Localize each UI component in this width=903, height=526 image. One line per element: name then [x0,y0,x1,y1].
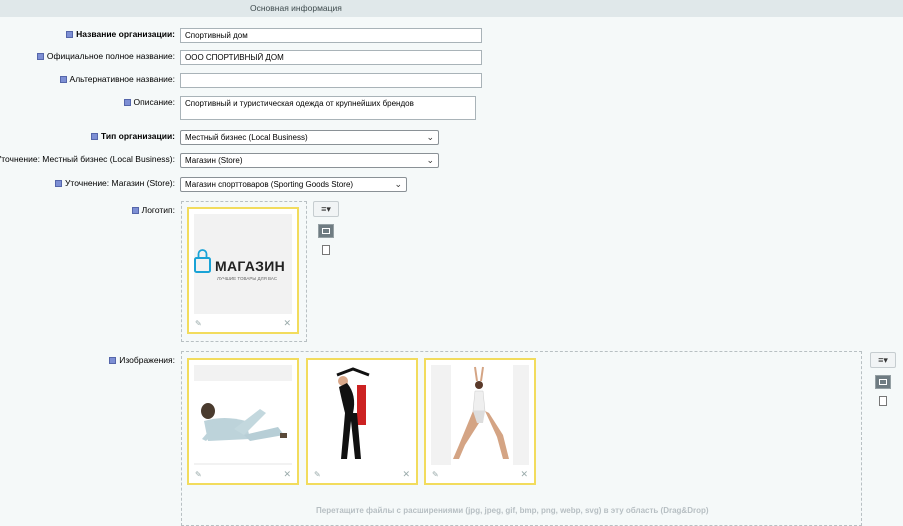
logo-menu-button[interactable]: ≡▾ [313,201,339,217]
org-type-select[interactable]: Местный бизнес (Local Business) ⌄ [180,130,439,145]
section-header: Основная информация [0,0,903,17]
org-type-value: Местный бизнес (Local Business) [185,133,308,142]
pencil-icon[interactable]: ✎ [195,319,202,328]
image-card[interactable]: ✎ ✕ [306,358,418,485]
images-label: Изображения: [109,355,175,365]
close-icon[interactable]: ✕ [402,469,410,480]
full-name-label: Официальное полное название: [36,51,175,61]
chevron-down-icon: ⌄ [426,155,434,165]
alt-name-label: Альтернативное название: [59,74,175,84]
dropzone-hint: Перетащите файлы с расширениями (jpg, jp… [316,506,709,515]
image-card-footer: ✎ ✕ [426,465,534,483]
spec2-select[interactable]: Магазин спорттоваров (Sporting Goods Sto… [180,177,407,192]
logo-label: Логотип: [131,205,175,215]
pencil-icon[interactable]: ✎ [195,470,202,479]
file-icon[interactable] [322,245,330,255]
description-label: Описание: [123,97,175,107]
alt-name-input[interactable] [180,73,482,88]
pencil-icon[interactable]: ✎ [432,470,439,479]
image-preview [431,365,529,465]
field-icon [55,180,63,187]
org-type-label: Тип организации: [91,131,175,141]
file-icon[interactable] [879,396,887,406]
field-icon [66,31,74,38]
field-icon [131,207,139,214]
logo-tagline: ЛУЧШИЕ ТОВАРЫ ДЛЯ ВАС [217,276,278,281]
photo-person-reclining [194,381,292,463]
photo-person-stretching [313,365,411,465]
full-name-input[interactable] [180,50,482,65]
image-icon[interactable] [318,224,334,238]
field-icon [36,53,44,60]
logo-card[interactable]: МАГАЗИН ЛУЧШИЕ ТОВАРЫ ДЛЯ ВАС ✎ ✕ [187,207,299,334]
image-card-footer: ✎ ✕ [308,465,416,483]
image-card[interactable]: ✎ ✕ [187,358,299,485]
org-name-label: Название организации: [66,29,175,39]
spec2-value: Магазин спорттоваров (Sporting Goods Sto… [185,180,354,189]
image-icon[interactable] [875,375,891,389]
chevron-down-icon: ⌄ [394,179,402,189]
close-icon[interactable]: ✕ [283,469,291,480]
spec1-select[interactable]: Магазин (Store) ⌄ [180,153,439,168]
field-icon [91,133,99,140]
section-title: Основная информация [250,3,342,13]
image-card[interactable]: ✎ ✕ [424,358,536,485]
close-icon[interactable]: ✕ [520,469,528,480]
field-icon [123,99,131,106]
org-name-input[interactable] [180,28,482,43]
image-preview [313,365,411,465]
photo-person-yoga [451,365,513,465]
field-icon [109,357,117,364]
images-menu-button[interactable]: ≡▾ [870,352,896,368]
image-card-footer: ✎ ✕ [189,465,297,483]
pencil-icon[interactable]: ✎ [314,470,321,479]
logo-brand: МАГАЗИН [215,258,285,274]
description-textarea[interactable]: Спортивный и туристическая одежда от кру… [180,96,476,120]
spec2-label: Уточнение: Магазин (Store): [55,178,175,188]
close-icon[interactable]: ✕ [283,318,291,329]
logo-card-footer: ✎ ✕ [189,314,297,332]
spec1-label: Уточнение: Местный бизнес (Local Busines… [0,154,175,164]
spec1-value: Магазин (Store) [185,156,243,165]
image-preview [194,365,292,465]
field-icon [59,76,67,83]
chevron-down-icon: ⌄ [426,132,434,142]
logo-preview: МАГАЗИН ЛУЧШИЕ ТОВАРЫ ДЛЯ ВАС [194,214,292,314]
